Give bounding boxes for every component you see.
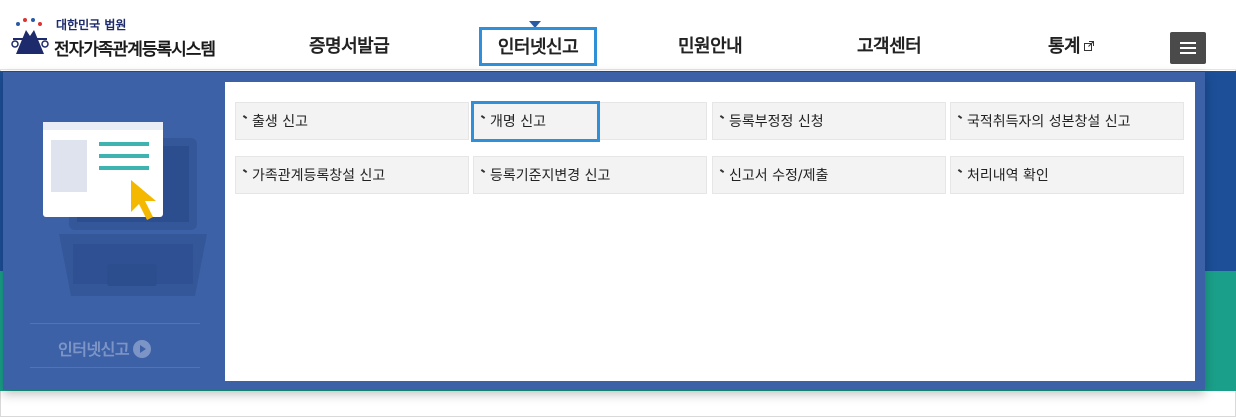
mega-menu-panel: 인터넷신고 출생 신고 개명 신고 등록부정정 신청 국적취득자의 성본창설 신… <box>3 72 1205 390</box>
submenu-name-change-report[interactable]: 개명 신고 <box>473 102 707 140</box>
side-divider <box>30 367 200 368</box>
hamburger-icon-bar <box>1180 52 1196 54</box>
nav-statistics-label: 통계 <box>1048 36 1081 57</box>
laptop-illustration-icon <box>43 122 207 296</box>
nav-internet-report[interactable]: 인터넷신고 <box>479 27 597 66</box>
site-header: 대한민국 법원 전자가족관계등록시스템 증명서발급 인터넷신고 민원안내 고객센… <box>0 0 1236 70</box>
submenu-base-address-change[interactable]: 등록기준지변경 신고 <box>473 156 707 194</box>
nav-customer-center[interactable]: 고객센터 <box>857 32 922 58</box>
submenu-birth-report[interactable]: 출생 신고 <box>235 102 469 140</box>
submenu-area: 출생 신고 개명 신고 등록부정정 신청 국적취득자의 성본창설 신고 가족관계… <box>225 82 1195 381</box>
side-section-title-text: 인터넷신고 <box>58 340 130 359</box>
hamburger-icon-bar <box>1180 47 1196 49</box>
nav-civil-guide[interactable]: 민원안내 <box>678 32 743 58</box>
submenu-report-edit-submit[interactable]: 신고서 수정/제출 <box>712 156 946 194</box>
submenu-naturalized-surname-creation[interactable]: 국적취득자의 성본창설 신고 <box>950 102 1184 140</box>
submenu-register-correction[interactable]: 등록부정정 신청 <box>712 102 946 140</box>
panel-side: 인터넷신고 <box>3 72 225 390</box>
submenu-family-register-creation[interactable]: 가족관계등록창설 신고 <box>235 156 469 194</box>
side-section-title: 인터넷신고 <box>58 336 152 360</box>
hamburger-icon-bar <box>1180 42 1196 44</box>
external-link-icon <box>1084 41 1095 51</box>
hamburger-menu-button[interactable] <box>1170 32 1206 64</box>
submenu-history-check[interactable]: 처리내역 확인 <box>950 156 1184 194</box>
play-arrow-icon <box>133 340 152 358</box>
nav-certificate[interactable]: 증명서발급 <box>309 32 390 58</box>
side-divider <box>30 323 200 324</box>
nav-statistics[interactable]: 통계 <box>1048 32 1095 58</box>
main-nav: 증명서발급 인터넷신고 민원안내 고객센터 통계 <box>0 0 1236 70</box>
